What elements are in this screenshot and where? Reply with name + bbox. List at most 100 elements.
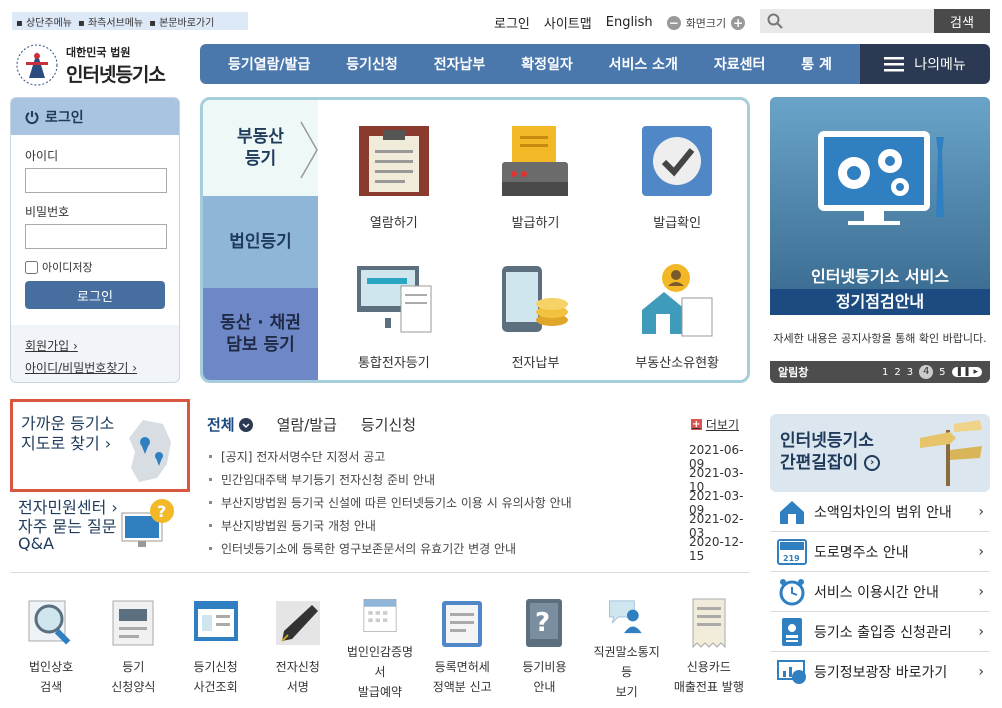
password-field[interactable]	[25, 224, 167, 249]
quick-service-label: 신용카드	[686, 660, 731, 674]
hamburger-icon	[884, 57, 905, 72]
notice-title[interactable]: 부산지방법원 등기국 개청 안내	[207, 517, 376, 534]
action-view[interactable]: 열람하기	[323, 100, 465, 240]
skip-link-content[interactable]: ▪ 본문바로가기	[149, 14, 214, 29]
skip-link-side-menu[interactable]: ▪ 좌측서브메뉴	[78, 14, 143, 29]
join-link[interactable]: 회원가입 ›	[25, 335, 165, 357]
notice-row[interactable]: [공지] 전자서명수단 지정서 공고 2021-06-09	[207, 443, 747, 471]
action-verify[interactable]: 발급확인	[606, 100, 747, 240]
banner-description: 자세한 내용은 공지사항을 통해 확인 바랍니다.	[770, 315, 990, 361]
registry-service-panel: 부동산 등기 법인등기 동산 · 채권 담보 등기 열람하기 발급하기 발급확인…	[200, 97, 750, 383]
quick-service-forms[interactable]: 등기 신청양식	[97, 595, 169, 702]
action-verify-label: 발급확인	[653, 216, 702, 231]
banner-page-1[interactable]: 1	[882, 367, 888, 378]
notice-row[interactable]: 인터넷등기소에 등록한 영구보존문서의 유효기간 변경 안내 2020-12-15	[207, 535, 747, 563]
action-integrated-label: 통합전자등기	[357, 356, 430, 371]
quick-service-fee-guide[interactable]: ? 등기비용 안내	[508, 595, 580, 702]
quick-link-label: 등기정보광장 바로가기	[814, 665, 948, 681]
guide-text: 인터넷등기소 간편길잡이 ›	[780, 430, 881, 474]
quick-service-case-lookup[interactable]: 등기신청 사건조회	[180, 595, 252, 702]
notice-row[interactable]: 민간임대주택 부기등기 전자신청 준비 안내 2021-03-10	[207, 466, 747, 494]
search-input[interactable]	[760, 9, 934, 33]
nav-view-issue[interactable]: 등기열람/발급	[228, 54, 310, 74]
notice-title[interactable]: 부산지방법원 등기국 신설에 따른 인터넷등기소 이용 시 유의사항 안내	[207, 494, 572, 511]
login-title: 로그인	[45, 109, 84, 126]
zoom-in-icon[interactable]: +	[731, 15, 746, 30]
nav-service-intro[interactable]: 서비스 소개	[609, 54, 678, 74]
quick-service-corporate-name[interactable]: 법인상호 검색	[15, 595, 87, 702]
receipt-icon	[692, 598, 726, 649]
login-button[interactable]: 로그인	[25, 281, 165, 309]
chart-monitor-icon	[777, 660, 806, 684]
easy-guide-banner[interactable]: 인터넷등기소 간편길잡이 ›	[770, 414, 990, 492]
quick-service-license-tax[interactable]: 등록면허세 정액분 신고	[426, 595, 498, 702]
more-link[interactable]: + 더보기	[690, 416, 739, 433]
notice-row[interactable]: 부산지방법원 등기국 신설에 따른 인터넷등기소 이용 시 유의사항 안내 202…	[207, 489, 747, 517]
quick-service-e-signature[interactable]: 전자신청 서명	[262, 595, 334, 702]
banner-page-4[interactable]: 4	[919, 365, 934, 379]
notice-title[interactable]: 민간임대주택 부기등기 전자신청 준비 안내	[207, 471, 435, 488]
quick-service-label: 검색	[40, 680, 63, 694]
forms-icon	[112, 600, 154, 646]
search-button[interactable]: 검색	[934, 9, 990, 33]
nearby-registry-map-link[interactable]: 가까운 등기소 지도로 찾기 ›	[10, 399, 190, 492]
quick-link-label: 서비스 이용시간 안내	[814, 584, 939, 601]
id-field[interactable]	[25, 168, 167, 193]
notice-tab-all[interactable]: 전체	[207, 414, 253, 435]
nav-epayment[interactable]: 전자납부	[434, 54, 486, 74]
utility-nav: 로그인 사이트맵 English − 화면크기 +	[494, 13, 746, 32]
notice-title[interactable]: 인터넷등기소에 등록한 영구보존문서의 유효기간 변경 안내	[207, 540, 516, 557]
tab-corporate[interactable]: 법인등기	[203, 196, 318, 288]
quick-service-seal-certificate[interactable]: 법인인감증명서 발급예약	[344, 595, 416, 702]
fountain-pen-icon	[275, 601, 320, 645]
banner-page-5[interactable]: 5	[939, 367, 945, 378]
quick-link-small-lessee[interactable]: 소액임차인의 범위 안내 ›	[770, 492, 990, 532]
tab-movable-assets[interactable]: 동산 · 채권 담보 등기	[203, 288, 318, 380]
korea-map-icon	[129, 420, 171, 482]
find-account-link[interactable]: 아이디/비밀번호찾기 ›	[25, 357, 165, 379]
faq-line1: 자주 묻는 질문	[18, 517, 117, 536]
court-emblem-icon	[16, 44, 58, 86]
maintenance-banner[interactable]: 인터넷등기소 서비스 정기점검안내 자세한 내용은 공지사항을 통해 확인 바랍…	[770, 97, 990, 383]
quick-link-service-hours[interactable]: 서비스 이용시간 안내 ›	[770, 572, 990, 612]
action-epayment[interactable]: 전자납부	[465, 240, 607, 380]
quick-link-data-plaza[interactable]: 등기정보광장 바로가기 ›	[770, 652, 990, 692]
map-box-line2: 지도로 찾기 ›	[21, 434, 112, 453]
e-civil-center-link[interactable]: 전자민원센터 ›	[18, 494, 118, 518]
util-login-link[interactable]: 로그인	[494, 13, 530, 32]
action-issue[interactable]: 발급하기	[465, 100, 607, 240]
nav-application[interactable]: 등기신청	[346, 54, 398, 74]
notice-row[interactable]: 부산지방법원 등기국 개청 안내 2021-02-03	[207, 512, 747, 540]
speech-person-icon	[608, 600, 642, 634]
action-ownership-status[interactable]: 부동산소유현황	[606, 240, 747, 380]
quick-service-label: 등기	[122, 660, 145, 674]
util-english-link[interactable]: English	[606, 15, 653, 30]
faq-link[interactable]: 자주 묻는 질문 Q&A	[18, 518, 117, 552]
quick-service-cancellation-notice[interactable]: 직권말소통지등 보기	[591, 595, 663, 702]
notice-tab-application[interactable]: 등기신청	[361, 414, 416, 435]
id-label: 아이디	[25, 149, 59, 163]
my-menu-button[interactable]: 나의메뉴	[860, 44, 990, 84]
skip-link-top-menu[interactable]: ▪ 상단주메뉴	[16, 14, 72, 29]
banner-page-3[interactable]: 3	[907, 367, 913, 378]
util-sitemap-link[interactable]: 사이트맵	[544, 13, 592, 32]
remember-id-checkbox[interactable]	[25, 260, 38, 274]
nav-fixed-date[interactable]: 확정일자	[521, 54, 573, 74]
pause-icon[interactable]: ❚❚ ▸	[951, 367, 982, 377]
quick-link-label: 소액임차인의 범위 안내	[814, 504, 952, 521]
guide-line1: 인터넷등기소	[780, 431, 874, 451]
remember-id-label: 아이디저장	[42, 261, 93, 274]
zoom-out-icon[interactable]: −	[666, 15, 681, 30]
action-integrated-e-registry[interactable]: 통합전자등기	[323, 240, 465, 380]
quick-link-road-address[interactable]: 219 도로명주소 안내 ›	[770, 532, 990, 572]
nav-data-center[interactable]: 자료센터	[714, 54, 766, 74]
quick-link-access-pass[interactable]: 등기소 출입증 신청관리 ›	[770, 612, 990, 652]
nav-statistics[interactable]: 통 계	[801, 54, 832, 74]
action-epayment-label: 전자납부	[511, 356, 560, 371]
notice-title[interactable]: [공지] 전자서명수단 지정서 공고	[207, 448, 385, 465]
site-logo[interactable]: 대한민국 법원 인터넷등기소	[14, 40, 194, 90]
road-sign-icon: 219	[777, 538, 807, 565]
notice-tab-view-issue[interactable]: 열람/발급	[277, 414, 337, 435]
quick-service-card-receipt[interactable]: 신용카드 매출전표 발행	[673, 595, 745, 702]
banner-page-2[interactable]: 2	[894, 367, 900, 378]
